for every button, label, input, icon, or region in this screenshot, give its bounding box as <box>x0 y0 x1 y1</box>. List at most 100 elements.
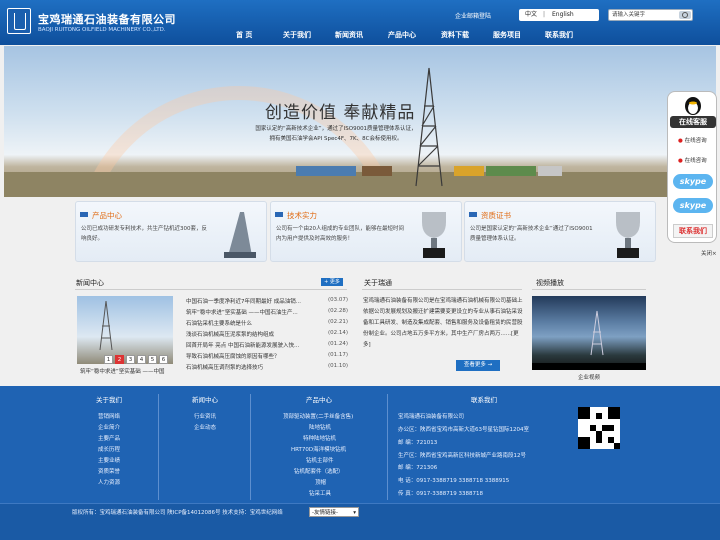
footer-news-link[interactable]: 行业资讯 <box>194 412 216 420</box>
video-section-title: 视频播放 <box>536 279 564 287</box>
slide-page-4[interactable]: 4 <box>137 355 146 364</box>
news-item-title: 回首开局年 亮点 中国石油新能源发展驶入快... <box>186 343 300 349</box>
banner-subtitle: 国家认定的“高新技术企业”，通过了ISO9001质量管理体系认证， 拥有美国石油… <box>241 124 431 144</box>
slide-page-5[interactable]: 5 <box>148 355 157 364</box>
lang-english-link[interactable]: English <box>552 9 574 21</box>
video-controls-bar[interactable] <box>532 363 646 370</box>
news-more-button[interactable]: + 更多 <box>321 278 343 286</box>
skype-link-1[interactable]: skype <box>673 174 713 189</box>
nav-products[interactable]: 产品中心 <box>388 30 416 40</box>
footer-product-link[interactable]: 顶帽 <box>315 478 326 486</box>
news-item-title: 浅谈石油机械高压泥浆泵的结构组成 <box>186 332 275 338</box>
footer-product-link[interactable]: 钻机主部件 <box>306 456 334 464</box>
footer-separator <box>250 394 251 500</box>
footer-product-link[interactable]: 顶部驱动装置(二手丝备含售) <box>283 412 353 420</box>
footer-about-link[interactable]: 主要产品 <box>98 434 120 442</box>
company-logo-icon[interactable] <box>7 8 31 34</box>
slide-page-6[interactable]: 6 <box>159 355 168 364</box>
news-item[interactable]: 石油钻采机主要系统是什么 (02.21) <box>186 319 348 327</box>
hero-banner[interactable]: 创造价值 奉献精品 国家认定的“高新技术企业”，通过了ISO9001质量管理体系… <box>4 46 716 197</box>
nav-about[interactable]: 关于我们 <box>283 30 311 40</box>
search-icon[interactable] <box>679 11 691 19</box>
close-service-button[interactable]: 关闭× <box>701 249 717 257</box>
friend-links-selected: -友情链接- <box>312 510 338 516</box>
oil-rig-icon <box>590 310 604 356</box>
news-item-date: (01.10) <box>327 363 348 369</box>
footer-about-link[interactable]: 营销网络 <box>98 412 120 420</box>
news-item[interactable]: 导致石油机械高压腐蚀的原因有哪些？ (01.17) <box>186 352 348 360</box>
news-item[interactable]: 石油机械高压调剂泵的选择技巧 (01.10) <box>186 363 348 371</box>
footer-about-link[interactable]: 企业简介 <box>98 423 120 431</box>
footer-about-link[interactable]: 资质荣誉 <box>98 467 120 475</box>
news-slide-caption[interactable]: 筑牢“稳中求进”坚实基础 ——中国 <box>80 367 164 375</box>
footer-news-link[interactable]: 企业动态 <box>194 423 216 431</box>
nav-downloads[interactable]: 资料下载 <box>441 30 469 40</box>
skype-link-2[interactable]: skype <box>673 198 713 213</box>
news-item[interactable]: 中国石油一季度净利近7年同期最好 成品油销... (03.07) <box>186 297 348 305</box>
lang-chinese-link[interactable]: 中文 <box>525 9 537 21</box>
card-tag-icon <box>469 212 477 217</box>
news-item-title: 石油钻采机主要系统是什么 <box>186 321 253 327</box>
nav-news[interactable]: 新闻资讯 <box>335 30 363 40</box>
news-item-title: 中国石油一季度净利近7年同期最好 成品油销... <box>186 299 301 305</box>
search-placeholder: 请输入关键字 <box>612 12 646 18</box>
video-divider <box>532 289 646 290</box>
footer-contact-title: 联系我们 <box>471 396 497 404</box>
enterprise-mail-link[interactable]: 企业邮箱登陆 <box>455 11 491 20</box>
footer-product-link[interactable]: 钻机配套件（选配） <box>294 467 344 475</box>
banner-subtitle-line: 拥有美国石油学会API Spec4F、7K、8C会标使用权。 <box>269 136 403 142</box>
footer-about-link[interactable]: 成长历程 <box>98 445 120 453</box>
copyright-text: 版权所有：宝鸡瑞通石油装备有限公司 陕ICP备14012086号 技术支持：宝鸡… <box>72 510 283 516</box>
video-player[interactable] <box>532 296 646 370</box>
news-item-title: 导致石油机械高压腐蚀的原因有哪些？ <box>186 354 280 360</box>
feature-card-technology[interactable]: 技术实力 公司有一个由20人组成的专业团队，能够在最短时间内为用户提供及时高效的… <box>270 201 462 262</box>
nav-contact[interactable]: 联系我们 <box>545 30 573 40</box>
search-input[interactable]: 请输入关键字 <box>608 9 693 21</box>
slide-page-3[interactable]: 3 <box>126 355 135 364</box>
footer-about-title: 关于我们 <box>96 396 122 404</box>
news-item[interactable]: 筑牢“稳中求进”坚实基础 ——中国石油生产... (02.28) <box>186 308 348 316</box>
qq-consult-link-1[interactable]: ● 在线咨询 <box>678 136 707 144</box>
slide-page-1[interactable]: 1 <box>104 355 113 364</box>
footer-product-link[interactable]: 陆地钻机 <box>309 423 331 431</box>
friend-links-select[interactable]: -友情链接- ▾ <box>309 507 359 517</box>
rig-camp-building <box>454 166 484 176</box>
footer-contact-line: 宝鸡瑞通石油装备有限公司 <box>398 414 465 420</box>
logo-title-cn: 宝鸡瑞通石油装备有限公司 <box>38 13 176 26</box>
footer-contact-line: 传 真：0917-3388719 3388718 <box>398 491 483 497</box>
banner-slogan: 创造价值 奉献精品 <box>265 103 416 123</box>
nav-home[interactable]: 首 页 <box>236 30 252 40</box>
news-slide-image[interactable] <box>77 296 173 364</box>
news-item[interactable]: 回首开局年 亮点 中国石油新能源发展驶入快... (01.24) <box>186 341 348 349</box>
news-divider <box>75 289 347 290</box>
rig-camp-building <box>362 166 392 176</box>
drill-product-image-icon <box>224 212 256 258</box>
footer-contact-line: 电 话：0917-3388719 3388718 3388915 <box>398 478 510 484</box>
footer-contact-line: 生产区：陕西省宝鸡高新区科技新城产业路南段12号 <box>398 453 527 459</box>
footer-contact-line: 邮 编：721013 <box>398 440 438 446</box>
feature-card-certificates[interactable]: 资质证书 公司是国家认定的“高新技术企业”通过了ISO9001质量管理体系认证。 <box>464 201 656 262</box>
footer-about-link[interactable]: 人力资源 <box>98 478 120 486</box>
header: 宝鸡瑞通石油装备有限公司 BAOJI RUITONG OILFIELD MACH… <box>0 0 720 45</box>
footer-product-link[interactable]: 特种陆地钻机 <box>303 434 336 442</box>
about-text: 宝鸡瑞通石油装备有限公司是在宝鸡瑞通石油机械有限公司基础上依据公司发展规划及搬迁… <box>363 298 523 348</box>
qq-consult-label: 在线咨询 <box>684 158 707 164</box>
qq-consult-label: 在线咨询 <box>684 138 707 144</box>
video-caption: 企业视频 <box>578 375 601 381</box>
footer-about-link[interactable]: 主要业绩 <box>98 456 120 464</box>
news-item[interactable]: 浅谈石油机械高压泥浆泵的结构组成 (02.14) <box>186 330 348 338</box>
news-section-title: 新闻中心 <box>76 279 104 287</box>
qq-consult-link-2[interactable]: ● 在线咨询 <box>678 156 707 164</box>
news-item-date: (01.24) <box>327 341 348 347</box>
slide-page-2[interactable]: 2 <box>115 355 124 364</box>
nav-services[interactable]: 服务项目 <box>493 30 521 40</box>
news-item-title: 石油机械高压调剂泵的选择技巧 <box>186 365 264 371</box>
footer-product-link[interactable]: 钻采工具 <box>309 489 331 497</box>
card-text: 公司有一个由20人组成的专业团队，能够在最短时间内为用户提供及时高效的服务！ <box>276 226 405 242</box>
contact-us-button[interactable]: 联系我们 <box>673 224 713 238</box>
feature-card-products[interactable]: 产品中心 公司已成功研发专利技术，共生产钻机近300套，反响良好。 <box>75 201 267 262</box>
qr-code-pattern <box>578 407 620 449</box>
ground-decoration <box>4 172 716 197</box>
about-more-button[interactable]: 查看更多 → <box>456 360 500 371</box>
footer-product-link[interactable]: HRT70D海洋模块钻机 <box>291 445 346 453</box>
